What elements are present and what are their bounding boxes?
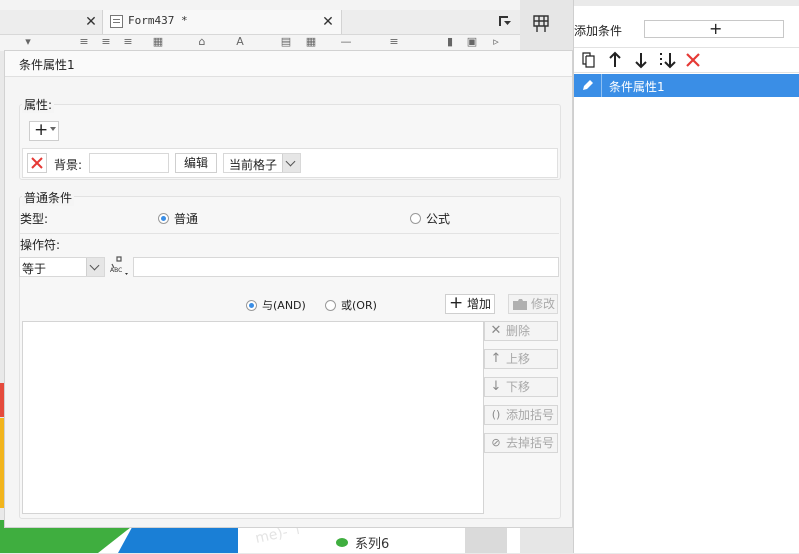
plus-icon: + — [449, 293, 464, 313]
add-parentheses-label: 添加括号 — [506, 408, 555, 422]
toolbar-image-icon[interactable]: ▣ — [466, 36, 478, 48]
logic-and-label: 与(AND) — [262, 299, 306, 312]
delete-icon[interactable] — [684, 51, 702, 69]
move-down-label: 下移 — [506, 380, 531, 394]
delete-condition-button[interactable]: ✕ 删除 — [484, 321, 558, 341]
type-normal-radio[interactable] — [158, 213, 169, 224]
toolbar-align-right-icon[interactable]: ≡ — [122, 36, 134, 48]
remove-parentheses-button[interactable]: ⊘ 去掉括号 — [484, 433, 558, 453]
toolbar-align-center-icon[interactable]: ≡ — [100, 36, 112, 48]
close-tab-icon[interactable]: ✕ — [320, 11, 336, 33]
modify-button[interactable]: 修改 — [508, 294, 558, 314]
remove-property-button[interactable] — [27, 153, 47, 173]
logic-or-label: 或(OR) — [341, 299, 377, 312]
item-divider — [601, 74, 602, 97]
toolbar-align-left-icon[interactable]: ≡ — [78, 36, 90, 48]
toolbar-more-icon[interactable]: ▹ — [490, 36, 502, 48]
add-button-label: 增加 — [467, 297, 492, 311]
toolbar-line-icon[interactable]: — — [340, 36, 352, 48]
general-conditions-label: 普通条件 — [22, 189, 75, 206]
move-down-button[interactable]: ↓ 下移 — [484, 377, 558, 397]
toolbar-list-icon[interactable]: ≡ — [388, 36, 400, 48]
chevron-down-icon — [86, 258, 104, 276]
background-value-field[interactable] — [89, 153, 169, 173]
add-condition-button[interactable]: + — [644, 20, 784, 38]
legend-marker — [336, 538, 348, 547]
svg-text:ABC: ABC — [110, 267, 122, 274]
edit-background-button[interactable]: 编辑 — [175, 153, 217, 173]
logic-and-radio[interactable] — [246, 300, 257, 311]
scope-select[interactable]: 当前格子 — [223, 153, 301, 173]
legend-label: 系列6 — [355, 537, 390, 552]
operator-select[interactable]: 等于 — [19, 257, 105, 277]
condition-list: 条件属性1 — [574, 72, 799, 554]
toolbar-align-icon[interactable]: ▾ — [22, 36, 34, 48]
add-property-button[interactable]: + — [29, 120, 59, 141]
parentheses-icon: () — [491, 408, 501, 421]
list-item[interactable]: 条件属性1 — [574, 74, 799, 97]
delete-icon — [31, 157, 43, 169]
toolbar-border-icon[interactable]: ▦ — [152, 36, 164, 48]
tab-title: Form437 * — [128, 14, 188, 27]
chevron-down-icon — [50, 127, 56, 131]
toolbar-font-color-icon[interactable]: A — [234, 36, 246, 48]
form-document-icon — [110, 15, 123, 28]
grid-layout-icon[interactable] — [531, 14, 551, 34]
arrow-down-icon[interactable] — [632, 51, 650, 69]
toolbar-table-icon[interactable]: ▤ — [280, 36, 292, 48]
delete-condition-label: 删除 — [506, 324, 531, 338]
tab-form[interactable]: Form437 * ✕ — [102, 10, 342, 34]
condition-panel: 添加条件 + 条件属性1 — [573, 0, 799, 553]
plus-icon: + — [709, 19, 723, 38]
tab-list-dropdown-icon[interactable] — [498, 14, 512, 28]
arrow-up-icon: ↑ — [490, 351, 502, 366]
text-formula-icon[interactable]: ABC — [109, 255, 131, 277]
toolbar-chart-icon[interactable]: ▮ — [444, 36, 456, 48]
condition-properties-dialog: 条件属性1 属性: + 背景: 编辑 当前格子 普通条件 类型: 普通 公式 操… — [4, 50, 573, 528]
add-parentheses-button[interactable]: () 添加括号 — [484, 405, 558, 425]
move-up-label: 上移 — [506, 352, 531, 366]
background-label: 背景: — [54, 158, 83, 172]
close-tab-icon[interactable]: ✕ — [83, 11, 99, 33]
type-label: 类型: — [20, 212, 49, 226]
pencil-icon — [583, 80, 593, 90]
condition-expression-list[interactable] — [22, 321, 484, 514]
modify-icon — [513, 299, 527, 310]
arrow-up-icon[interactable] — [606, 51, 624, 69]
toolbar-grid-icon[interactable]: ▦ — [305, 36, 317, 48]
logic-or-radio[interactable] — [325, 300, 336, 311]
move-bottom-icon[interactable] — [658, 51, 676, 69]
editor-tab-bar: ✕ Form437 * ✕ — [0, 10, 520, 35]
modify-button-label: 修改 — [531, 297, 556, 311]
add-button[interactable]: + 增加 — [445, 293, 495, 314]
type-formula-radio[interactable] — [410, 213, 421, 224]
add-condition-label: 添加条件 — [574, 24, 623, 38]
condition-toolbar — [574, 47, 799, 72]
arrow-down-icon: ↓ — [490, 379, 502, 394]
dialog-title-bar: 条件属性1 — [5, 51, 572, 77]
toolbar-format-painter-icon[interactable]: ⌂ — [196, 36, 208, 48]
divider — [19, 233, 559, 234]
property-row: 背景: 编辑 当前格子 — [22, 148, 558, 178]
operand-input[interactable] — [133, 257, 559, 277]
type-formula-label: 公式 — [426, 212, 451, 226]
plus-icon: + — [34, 120, 49, 140]
attributes-label: 属性: — [22, 96, 55, 113]
type-normal-label: 普通 — [174, 212, 199, 226]
operator-select-value: 等于 — [22, 262, 47, 276]
remove-parentheses-label: 去掉括号 — [506, 436, 555, 450]
x-icon: ✕ — [490, 323, 502, 338]
operator-label: 操作符: — [20, 238, 61, 252]
move-up-button[interactable]: ↑ 上移 — [484, 349, 558, 369]
remove-parentheses-icon: ⊘ — [491, 436, 501, 449]
chevron-down-icon — [282, 154, 300, 172]
copy-icon[interactable] — [580, 51, 598, 69]
dialog-title: 条件属性1 — [19, 58, 75, 72]
list-item-label: 条件属性1 — [609, 80, 665, 94]
panel-header — [574, 0, 799, 6]
scope-select-value: 当前格子 — [229, 158, 278, 172]
